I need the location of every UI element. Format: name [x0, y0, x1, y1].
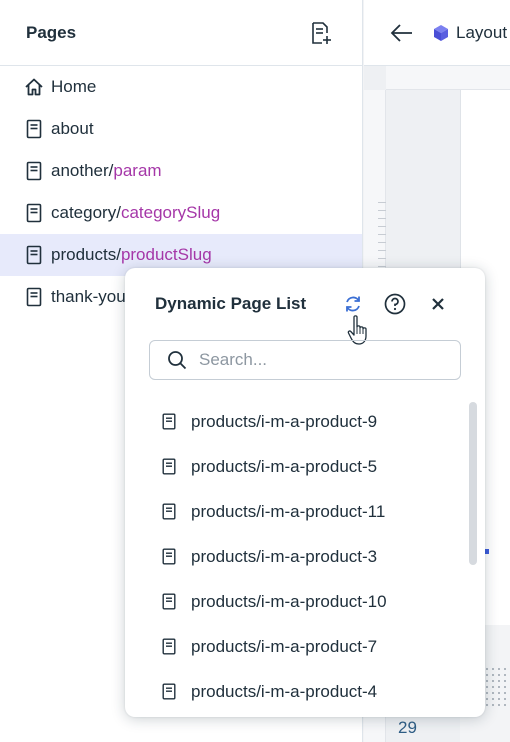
dynamic-page-label: products/i-m-a-product-4 [191, 681, 378, 701]
page-icon [161, 683, 177, 701]
page-item-label: products/ [51, 245, 121, 264]
pages-title: Pages [26, 22, 77, 42]
arrow-left-icon [390, 23, 412, 42]
layout-label: Layout [456, 22, 508, 42]
add-page-button[interactable] [308, 20, 334, 46]
search-input[interactable] [199, 350, 439, 370]
dynamic-page-label: products/i-m-a-product-3 [191, 546, 378, 566]
page-item-param: categorySlug [120, 203, 221, 222]
dynamic-page-label: products/i-m-a-product-7 [191, 636, 378, 656]
page-icon [24, 203, 44, 223]
add-page-icon [312, 21, 331, 44]
layout-tab[interactable]: Layout [432, 23, 507, 43]
page-item-label: another/ [51, 161, 114, 180]
dynamic-page-item[interactable]: products/i-m-a-product-7 [125, 624, 473, 669]
back-button[interactable] [388, 19, 416, 47]
page-icon [161, 458, 177, 476]
page-item[interactable]: about [0, 108, 362, 150]
home-icon [24, 77, 44, 97]
page-icon [24, 287, 44, 307]
dotted-pattern [484, 666, 510, 710]
editor-toolbar: Layout [364, 0, 510, 66]
pages-header: Pages [0, 0, 362, 66]
dynamic-page-item[interactable]: products/i-m-a-product-11 [125, 489, 473, 534]
page-item-label: thank-you [51, 287, 126, 306]
dynamic-page-item[interactable]: products/i-m-a-product-4 [125, 669, 473, 714]
help-button[interactable] [384, 293, 406, 315]
search-field[interactable] [149, 340, 461, 380]
page-item[interactable]: Home [0, 66, 362, 108]
page-icon [161, 638, 177, 656]
refresh-button[interactable] [342, 293, 364, 315]
dynamic-page-label: products/i-m-a-product-9 [191, 411, 378, 431]
dynamic-page-item[interactable]: products/i-m-a-product-5 [125, 444, 473, 489]
row-number: 29 [398, 718, 417, 737]
dynamic-page-item[interactable]: products/i-m-a-product-10 [125, 579, 473, 624]
dynamic-page-label: products/i-m-a-product-11 [191, 501, 386, 521]
scrollbar-thumb[interactable] [469, 402, 477, 565]
page-icon [161, 593, 177, 611]
page-item[interactable]: category/categorySlug [0, 192, 362, 234]
dynamic-page-list-popup: Dynamic Page List Search... products/i-m… [125, 268, 485, 717]
refresh-icon [346, 296, 360, 312]
dynamic-page-item[interactable]: products/i-m-a-product-9 [125, 399, 473, 444]
page-item-label: about [51, 119, 94, 138]
dynamic-page-item[interactable]: products/i-m-a-product-3 [125, 534, 473, 579]
page-icon [161, 548, 177, 566]
page-icon [161, 413, 177, 431]
page-icon [161, 503, 177, 521]
cube-icon [434, 24, 448, 41]
dynamic-page-label: products/i-m-a-product-10 [191, 591, 387, 611]
ruler-top [386, 66, 510, 90]
popup-title: Dynamic Page List [155, 294, 307, 313]
close-button[interactable] [427, 293, 449, 315]
page-item-label: category/ [51, 203, 121, 222]
dynamic-page-label: products/i-m-a-product-5 [191, 456, 378, 476]
page-icon [24, 245, 44, 265]
page-item[interactable]: another/param [0, 150, 362, 192]
page-icon [24, 161, 44, 181]
page-icon [24, 119, 44, 139]
page-item-label: Home [51, 77, 97, 96]
page-item-param: param [113, 161, 162, 180]
dynamic-page-items: products/i-m-a-product-9 products/i-m-a-p… [125, 399, 473, 717]
scrollbar[interactable] [469, 402, 477, 702]
close-icon [432, 298, 444, 310]
popup-header: Dynamic Page List [125, 268, 485, 345]
search-icon [166, 349, 188, 371]
page-item-param: productSlug [120, 245, 212, 264]
help-icon [384, 293, 406, 315]
